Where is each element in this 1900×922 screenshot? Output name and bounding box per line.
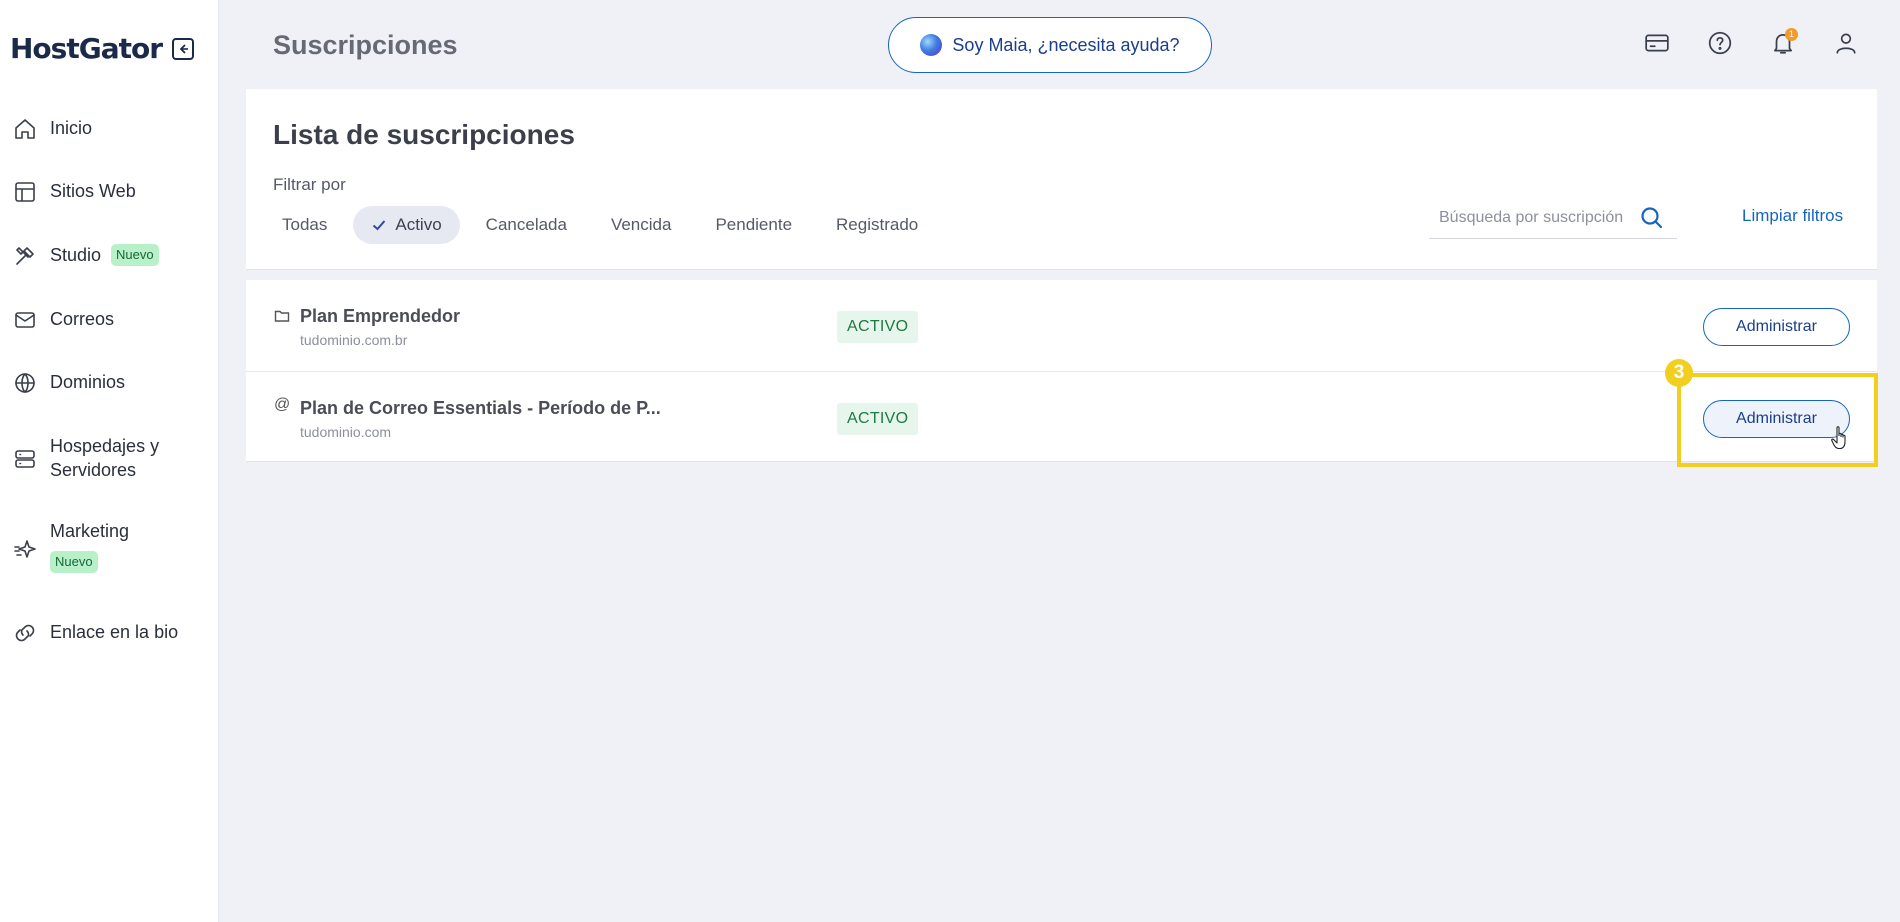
notification-count-badge: 1 — [1785, 28, 1798, 41]
sidebar-item-marketing[interactable]: Marketing Nuevo — [12, 519, 202, 573]
sidebar-item-label: Hospedajes y Servidores — [50, 436, 160, 480]
filter-chips: Todas Activo Cancelada Vencida Pendiente… — [264, 206, 944, 244]
collapse-sidebar-icon[interactable] — [172, 37, 195, 60]
subscription-name: Plan de Correo Essentials - Período de P… — [300, 398, 661, 418]
mail-icon — [12, 307, 38, 333]
filter-chip-activo[interactable]: Activo — [353, 206, 460, 244]
sidebar-item-dominios[interactable]: Dominios — [12, 370, 125, 396]
sidebar-item-label: Studio — [50, 245, 102, 265]
at-icon: @ — [274, 396, 291, 413]
user-account-icon[interactable] — [1831, 28, 1861, 58]
sidebar: HostGator Inicio Sitios Web Studio Nuevo — [0, 0, 219, 922]
tutorial-step-badge: 3 — [1665, 359, 1693, 387]
filter-chip-todas[interactable]: Todas — [264, 206, 345, 244]
subscription-name: Plan Emprendedor — [300, 306, 461, 326]
sidebar-item-label: Correos — [50, 309, 115, 329]
subscription-search — [1429, 197, 1677, 239]
marketing-label-group: Marketing Nuevo — [50, 519, 129, 573]
check-icon — [371, 217, 387, 233]
sidebar-item-correos[interactable]: Correos — [12, 307, 114, 333]
layout-icon — [12, 179, 38, 205]
logo-row: HostGator — [10, 32, 195, 65]
tutorial-highlight-box — [1677, 373, 1878, 467]
home-icon — [12, 116, 38, 142]
administrar-button[interactable]: Administrar — [1703, 308, 1850, 346]
subscription-row: Plan Emprendedor tudominio.com.br ACTIVO… — [246, 280, 1877, 371]
help-icon[interactable] — [1705, 28, 1735, 58]
link-icon — [12, 620, 38, 646]
subscription-search-input[interactable] — [1429, 208, 1639, 227]
tools-icon — [12, 243, 38, 269]
status-badge: ACTIVO — [837, 403, 919, 435]
sidebar-item-label: Marketing — [50, 521, 130, 541]
subscription-domain: tudominio.com — [300, 424, 392, 440]
filter-chip-vencida[interactable]: Vencida — [593, 206, 690, 244]
sidebar-item-enlace-bio[interactable]: Enlace en la bio — [12, 620, 178, 646]
clear-filters-link[interactable]: Limpiar filtros — [1742, 206, 1843, 226]
sidebar-item-label: Enlace en la bio — [50, 622, 179, 642]
sidebar-item-sitios-web[interactable]: Sitios Web — [12, 179, 136, 205]
sidebar-item-hospedajes[interactable]: Hospedajes y Servidores — [12, 434, 202, 482]
filters-card: Lista de suscripciones Filtrar por Todas… — [246, 89, 1877, 270]
subscriptions-list: Plan Emprendedor tudominio.com.br ACTIVO… — [246, 280, 1877, 462]
sidebar-item-label: Dominios — [50, 372, 126, 392]
filter-by-label: Filtrar por — [273, 175, 346, 194]
sidebar-item-inicio[interactable]: Inicio — [12, 116, 92, 142]
search-icon[interactable] — [1639, 205, 1665, 231]
subscriptions-list-title: Lista de suscripciones — [273, 119, 575, 150]
hand-cursor-icon — [1830, 425, 1852, 451]
folder-icon — [274, 308, 290, 324]
subscription-domain: tudominio.com.br — [300, 332, 408, 348]
billing-card-icon[interactable] — [1642, 28, 1672, 58]
filter-chip-registrado[interactable]: Registrado — [818, 206, 936, 244]
globe-icon — [12, 370, 38, 396]
page-title: Suscripciones — [273, 30, 458, 60]
sidebar-item-studio[interactable]: Studio Nuevo — [12, 243, 159, 269]
hostgator-logo[interactable]: HostGator — [10, 32, 163, 65]
status-badge: ACTIVO — [837, 311, 919, 343]
filter-chip-pendiente[interactable]: Pendiente — [697, 206, 810, 244]
sidebar-item-label: Sitios Web — [50, 181, 136, 201]
new-badge: Nuevo — [111, 244, 159, 266]
new-badge: Nuevo — [50, 551, 98, 573]
subscription-row: @ Plan de Correo Essentials - Período de… — [246, 371, 1877, 462]
server-icon — [12, 446, 38, 472]
maia-assistant-button[interactable]: Soy Maia, ¿necesita ayuda? — [888, 17, 1212, 73]
sparkle-icon — [12, 537, 38, 563]
filter-chip-cancelada[interactable]: Cancelada — [468, 206, 585, 244]
filter-chip-label: Activo — [395, 215, 442, 234]
maia-orb-icon — [920, 34, 943, 56]
sidebar-item-label: Inicio — [50, 118, 93, 138]
maia-assistant-label: Soy Maia, ¿necesita ayuda? — [952, 34, 1180, 55]
notifications-bell-icon[interactable]: 1 — [1768, 28, 1798, 58]
